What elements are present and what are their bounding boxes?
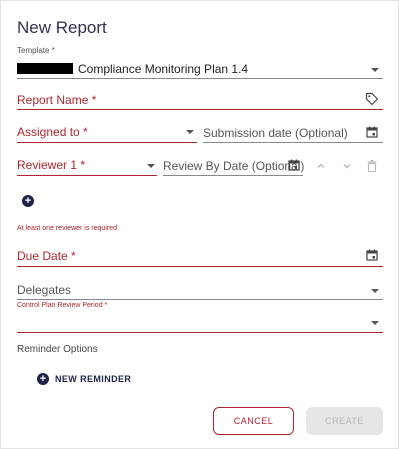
template-label: Template * [17, 46, 55, 55]
chevron-up-icon[interactable] [314, 159, 328, 173]
review-by-date-underline [163, 175, 303, 176]
new-reminder-label: NEW REMINDER [55, 374, 132, 384]
calendar-icon[interactable] [287, 158, 301, 172]
assigned-to-underline [17, 142, 197, 143]
reviewer-select[interactable]: Reviewer 1 * [17, 158, 85, 172]
chevron-down-icon[interactable] [340, 159, 354, 173]
chevron-down-icon[interactable] [147, 164, 155, 168]
add-reviewer-button[interactable]: + [22, 195, 34, 207]
reviewer-underline [17, 175, 157, 176]
delegates-select[interactable]: Delegates [17, 283, 71, 297]
report-name-input[interactable]: Report Name * [17, 93, 96, 107]
dialog-title: New Report [17, 18, 107, 37]
chevron-down-icon[interactable] [186, 130, 194, 134]
tag-icon [364, 91, 380, 107]
review-period-select[interactable] [17, 311, 383, 331]
reminder-options-heading: Reminder Options [17, 344, 98, 355]
due-date-input[interactable]: Due Date * [17, 249, 76, 263]
due-date-underline [17, 266, 383, 267]
delete-icon[interactable] [365, 159, 379, 173]
template-value[interactable]: Compliance Monitoring Plan 1.4 [78, 62, 248, 76]
submission-date-input[interactable]: Submission date (Optional) [203, 126, 348, 140]
template-underline [17, 78, 383, 79]
add-circle-icon: + [37, 373, 49, 385]
redacted-block [17, 63, 73, 74]
new-reminder-button[interactable]: + NEW REMINDER [37, 373, 131, 385]
calendar-icon[interactable] [365, 248, 379, 262]
chevron-down-icon[interactable] [371, 289, 379, 293]
create-button[interactable]: CREATE [306, 407, 383, 435]
assigned-to-select[interactable]: Assigned to * [17, 125, 88, 139]
review-period-label: Control Plan Review Period * [17, 302, 108, 309]
new-report-dialog: New Report Template * Compliance Monitor… [0, 0, 399, 449]
chevron-down-icon[interactable] [371, 68, 379, 72]
cancel-button[interactable]: CANCEL [213, 407, 294, 435]
calendar-icon[interactable] [365, 125, 379, 139]
review-period-underline [17, 332, 383, 333]
submission-date-underline [203, 142, 383, 143]
report-name-underline [17, 109, 383, 110]
review-by-date-input[interactable]: Review By Date (Optional) [163, 159, 304, 173]
reviewer-error-text: At least one reviewer is required [17, 225, 117, 232]
delegates-underline [17, 299, 383, 300]
